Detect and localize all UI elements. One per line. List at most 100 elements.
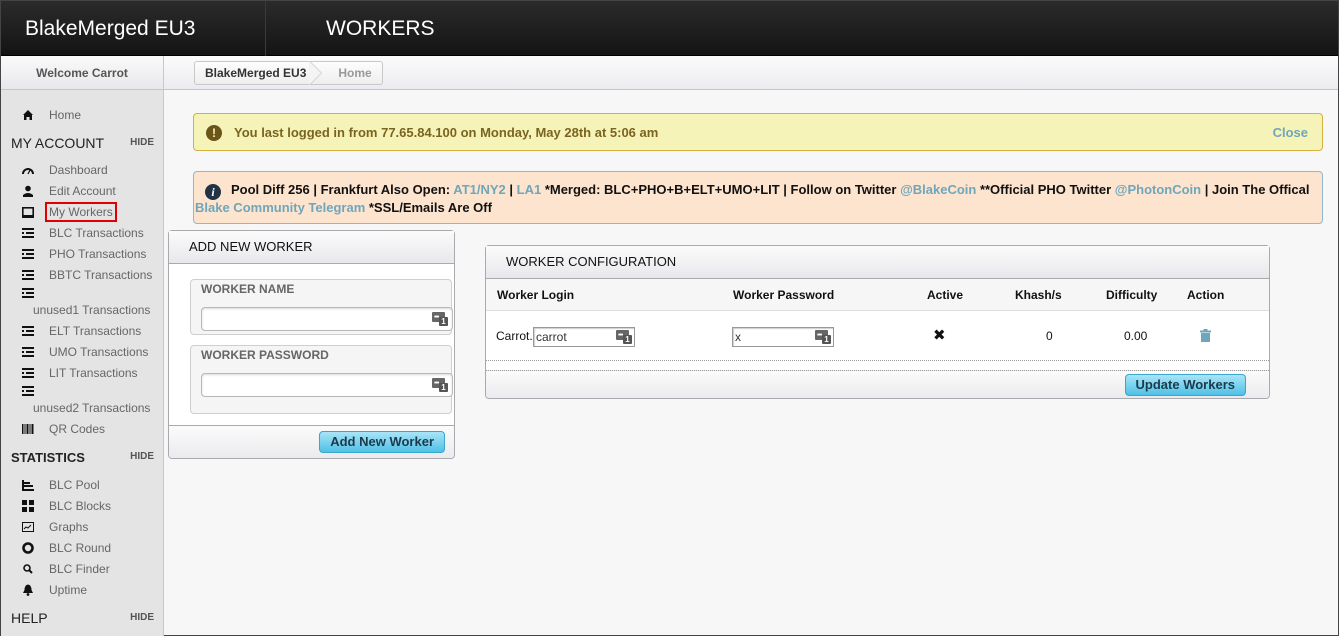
section-my-account: MY ACCOUNT HIDE xyxy=(11,133,154,153)
worker-password-fieldset: WORKER PASSWORD ••• 1 xyxy=(190,345,453,414)
sidebar-item-blc-blocks[interactable]: BLC Blocks xyxy=(1,496,164,516)
sidebar-item-dashboard[interactable]: Dashboard xyxy=(1,160,164,180)
info-link[interactable]: @PhotonCoin xyxy=(1115,182,1201,197)
site-brand[interactable]: BlakeMerged EU3 xyxy=(1,1,266,56)
list-icon xyxy=(22,346,34,358)
worker-password-input[interactable]: x ••• 1 xyxy=(732,327,834,347)
sidebar-item-unused1-transactions[interactable]: unused1 Transactions xyxy=(1,281,164,319)
list-icon xyxy=(22,248,34,260)
section-statistics: STATISTICS HIDE xyxy=(11,447,154,467)
sidebar-item-label: My Workers xyxy=(45,202,117,222)
info-link[interactable]: AT1/NY2 xyxy=(453,182,506,197)
sidebar-item-label: BLC Finder xyxy=(49,562,110,576)
info-link[interactable]: LA1 xyxy=(517,182,542,197)
barcode-icon xyxy=(22,423,34,435)
hide-my-account-button[interactable]: HIDE xyxy=(130,133,154,153)
sidebar-item-label: ELT Transactions xyxy=(49,324,142,338)
hide-statistics-button[interactable]: HIDE xyxy=(130,447,154,467)
grid-icon xyxy=(22,500,34,512)
breadcrumb-item-site[interactable]: BlakeMerged EU3 xyxy=(195,62,312,84)
sidebar-item-label: BLC Transactions xyxy=(49,226,144,240)
sidebar: Welcome Carrot Home MY ACCOUNT HIDE Dash… xyxy=(1,56,164,636)
sidebar-item-unused2-transactions[interactable]: unused2 Transactions xyxy=(1,379,164,417)
home-icon xyxy=(22,109,34,121)
sidebar-item-label: Uptime xyxy=(49,583,88,597)
sidebar-item-graphs[interactable]: Graphs xyxy=(1,517,164,537)
list-icon xyxy=(22,367,34,379)
info-text: **Official PHO Twitter xyxy=(976,182,1115,197)
worker-difficulty: 0.00 xyxy=(1124,329,1148,343)
password-manager-icon[interactable]: ••• 1 xyxy=(432,312,448,326)
sidebar-item-label: BLC Pool xyxy=(49,478,100,492)
info-link[interactable]: Blake Community Telegram xyxy=(195,200,365,215)
sidebar-item-home[interactable]: Home xyxy=(1,105,164,125)
info-link[interactable]: @BlakeCoin xyxy=(900,182,976,197)
section-title: HELP xyxy=(11,610,48,626)
worker-khash: 0 xyxy=(1046,329,1053,343)
sidebar-item-blc-finder[interactable]: BLC Finder xyxy=(1,559,164,579)
table-header-row: Worker Login Worker Password Active Khas… xyxy=(486,279,1269,311)
bell-icon xyxy=(22,584,34,596)
column-difficulty: Difficulty xyxy=(1106,288,1158,302)
column-worker-login: Worker Login xyxy=(497,288,575,302)
sidebar-item-pho-transactions[interactable]: PHO Transactions xyxy=(1,244,164,264)
worker-password-input[interactable]: ••• 1 xyxy=(201,373,453,397)
list-icon xyxy=(22,287,34,299)
sidebar-item-label: PHO Transactions xyxy=(49,247,147,261)
list-icon xyxy=(22,227,34,239)
column-khash: Khash/s xyxy=(1015,288,1062,302)
password-manager-icon[interactable]: ••• 1 xyxy=(432,378,448,392)
sidebar-item-qr-codes[interactable]: QR Codes xyxy=(1,419,164,439)
inactive-x-icon: ✖ xyxy=(933,327,946,344)
sidebar-item-my-workers[interactable]: My Workers xyxy=(1,202,164,222)
worker-configuration-footer: Update Workers xyxy=(486,370,1269,398)
sidebar-item-label: Dashboard xyxy=(49,163,108,177)
add-worker-panel: ADD NEW WORKER WORKER NAME ••• 1 WORKER P… xyxy=(168,230,455,459)
worker-login-value: carrot xyxy=(536,330,567,344)
sidebar-item-elt-transactions[interactable]: ELT Transactions xyxy=(1,321,164,341)
sidebar-item-label: Home xyxy=(49,108,82,122)
breadcrumb-bar: BlakeMerged EU3 Home xyxy=(164,56,1338,90)
sidebar-item-umo-transactions[interactable]: UMO Transactions xyxy=(1,342,164,362)
pool-info-message: Pool Diff 256 | Frankfurt Also Open: AT1… xyxy=(195,182,1309,215)
sidebar-item-blc-pool[interactable]: BLC Pool xyxy=(1,475,164,495)
monitor-icon xyxy=(22,206,34,218)
last-login-alert: ! You last logged in from 77.65.84.100 o… xyxy=(193,113,1323,151)
worker-login-input[interactable]: carrot ••• 1 xyxy=(533,327,635,347)
exclamation-icon: ! xyxy=(206,125,222,141)
add-new-worker-button[interactable]: Add New Worker xyxy=(319,431,445,453)
list-icon xyxy=(22,385,34,397)
password-manager-icon[interactable]: ••• 1 xyxy=(616,330,632,344)
info-text: *Merged: BLC+PHO+B+ELT+UMO+LIT | Follow … xyxy=(541,182,901,197)
workers-table: Worker Login Worker Password Active Khas… xyxy=(486,279,1269,361)
breadcrumb-item-home[interactable]: Home xyxy=(324,62,381,84)
bar-chart-icon xyxy=(22,479,34,491)
update-workers-button[interactable]: Update Workers xyxy=(1124,374,1246,396)
line-graph-icon xyxy=(22,521,34,533)
sidebar-item-label: BLC Round xyxy=(49,541,112,555)
breadcrumb-separator xyxy=(309,61,324,85)
sidebar-item-blc-transactions[interactable]: BLC Transactions xyxy=(1,223,164,243)
password-manager-icon[interactable]: ••• 1 xyxy=(815,330,831,344)
sidebar-item-blc-round[interactable]: BLC Round xyxy=(1,538,164,558)
page-title: WORKERS xyxy=(326,17,435,40)
section-title: STATISTICS xyxy=(11,450,85,465)
column-action: Action xyxy=(1187,288,1225,302)
close-alert-button[interactable]: Close xyxy=(1273,114,1308,152)
table-row: Carrot. carrot ••• 1 x ••• 1 ✖ 0 0.00 xyxy=(486,311,1269,361)
section-help: HELP HIDE xyxy=(11,608,154,628)
list-icon xyxy=(22,269,34,281)
column-active: Active xyxy=(927,288,964,302)
trash-icon[interactable] xyxy=(1200,329,1211,342)
info-text: Pool Diff 256 | Frankfurt Also Open: xyxy=(231,182,454,197)
worker-password-label: WORKER PASSWORD xyxy=(201,348,329,362)
user-icon xyxy=(22,185,34,197)
sidebar-item-uptime[interactable]: Uptime xyxy=(1,580,164,600)
hide-help-button[interactable]: HIDE xyxy=(130,608,154,628)
worker-name-input[interactable]: ••• 1 xyxy=(201,307,453,331)
sidebar-item-label: unused1 Transactions xyxy=(33,303,151,317)
sidebar-item-label: Graphs xyxy=(49,520,89,534)
sidebar-item-edit-account[interactable]: Edit Account xyxy=(1,181,164,201)
sidebar-item-label: unused2 Transactions xyxy=(33,401,151,415)
column-worker-password: Worker Password xyxy=(733,288,835,302)
